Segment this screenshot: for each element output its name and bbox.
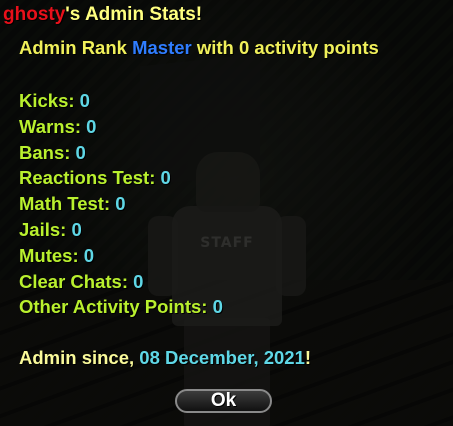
since-suffix: ! xyxy=(304,347,312,368)
stat-value: 0 xyxy=(75,141,86,163)
rank-line: Admin Rank Master with 0 activity points xyxy=(19,37,379,59)
stat-mutes: Mutes: 0 xyxy=(19,243,223,269)
stat-label: Mutes: xyxy=(19,244,84,266)
dialog-title: ghosty's Admin Stats! xyxy=(3,4,202,26)
stat-label: Reactions Test: xyxy=(19,167,161,189)
stat-value: 0 xyxy=(160,167,171,189)
stat-value: 0 xyxy=(115,193,126,215)
stat-jails: Jails: 0 xyxy=(19,217,223,243)
rank-prefix: Admin Rank xyxy=(19,37,133,58)
stat-value: 0 xyxy=(133,270,144,292)
game-scene: STAFF ghosty's Admin Stats! Admin Rank M… xyxy=(0,0,453,426)
stat-label: Bans: xyxy=(19,141,76,163)
stat-warns: Warns: 0 xyxy=(19,114,223,140)
admin-stats-dialog: ghosty's Admin Stats! Admin Rank Master … xyxy=(0,0,453,426)
since-date: 08 December, 2021 xyxy=(139,347,305,368)
stat-label: Clear Chats: xyxy=(19,270,134,292)
stat-label: Jails: xyxy=(19,218,72,240)
player-name: ghosty xyxy=(3,4,66,25)
stat-label: Other Activity Points: xyxy=(19,296,213,318)
stat-bans: Bans: 0 xyxy=(19,140,223,166)
admin-since-line: Admin since, 08 December, 2021! xyxy=(19,347,311,369)
stat-kicks: Kicks: 0 xyxy=(19,88,223,114)
stat-other-activity-points: Other Activity Points: 0 xyxy=(19,294,223,320)
stat-label: Math Test: xyxy=(19,193,116,215)
stat-math-test: Math Test: 0 xyxy=(19,191,223,217)
title-suffix: 's Admin Stats! xyxy=(65,4,203,25)
stat-value: 0 xyxy=(212,296,223,318)
stat-label: Warns: xyxy=(19,115,87,137)
stat-value: 0 xyxy=(86,115,97,137)
rank-value: Master xyxy=(132,37,192,58)
stat-value: 0 xyxy=(83,244,95,266)
stats-list: Kicks: 0 Warns: 0 Bans: 0 Reactions Test… xyxy=(19,88,223,320)
stat-value: 0 xyxy=(79,90,90,111)
since-prefix: Admin since, xyxy=(19,347,140,368)
stat-value: 0 xyxy=(71,218,82,240)
ok-button[interactable]: Ok xyxy=(175,389,272,413)
rank-suffix: with 0 activity points xyxy=(191,37,379,58)
stat-clear-chats: Clear Chats: 0 xyxy=(19,269,223,295)
stat-label: Kicks: xyxy=(19,90,80,111)
stat-reactions-test: Reactions Test: 0 xyxy=(19,165,223,191)
